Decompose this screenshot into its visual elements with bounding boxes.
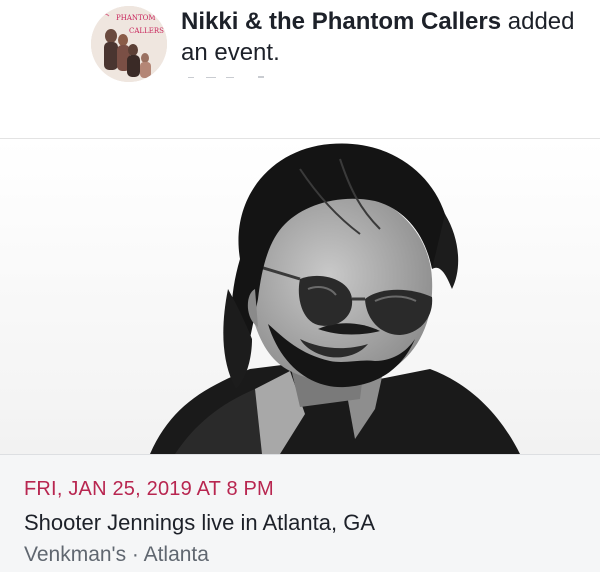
event-card[interactable]: FRI, JAN 25, 2019 AT 8 PM Shooter Jennin… [0,138,600,572]
band-photo-icon: PHANTOM CALLERS [91,6,167,82]
post-header: PHANTOM CALLERS Nikki & the Phantom Call… [0,0,600,138]
logo-text-bottom: CALLERS [129,27,164,35]
logo-text-top: PHANTOM [116,14,156,22]
event-location[interactable]: Venkman's · Atlanta [24,542,209,568]
event-cover-photo[interactable] [0,139,600,454]
event-info-panel[interactable]: FRI, JAN 25, 2019 AT 8 PM Shooter Jennin… [0,454,600,572]
post-headline: Nikki & the Phantom Callers added an eve… [181,6,581,68]
blurred-timestamp [188,76,264,78]
page-name-link[interactable]: Nikki & the Phantom Callers [181,8,501,35]
event-title[interactable]: Shooter Jennings live in Atlanta, GA [24,509,375,537]
portrait-image [0,139,600,454]
event-date: FRI, JAN 25, 2019 AT 8 PM [24,478,274,500]
page-avatar[interactable]: PHANTOM CALLERS [91,6,167,82]
